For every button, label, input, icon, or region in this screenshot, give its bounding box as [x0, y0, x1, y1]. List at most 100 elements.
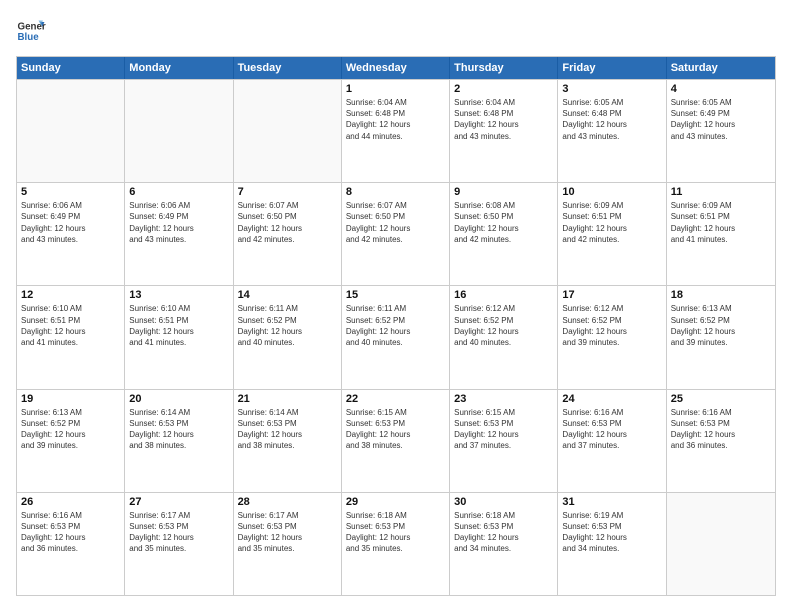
calendar-day-22: 22Sunrise: 6:15 AM Sunset: 6:53 PM Dayli… — [342, 390, 450, 492]
day-info: Sunrise: 6:09 AM Sunset: 6:51 PM Dayligh… — [671, 200, 771, 245]
header-day-monday: Monday — [125, 57, 233, 79]
day-info: Sunrise: 6:17 AM Sunset: 6:53 PM Dayligh… — [129, 510, 228, 555]
day-info: Sunrise: 6:11 AM Sunset: 6:52 PM Dayligh… — [238, 303, 337, 348]
day-number: 25 — [671, 393, 771, 405]
day-info: Sunrise: 6:16 AM Sunset: 6:53 PM Dayligh… — [671, 407, 771, 452]
day-info: Sunrise: 6:04 AM Sunset: 6:48 PM Dayligh… — [454, 97, 553, 142]
calendar-day-21: 21 Sunrise: 6:14 AM Sunset: 6:53 PM Dayli… — [234, 390, 342, 492]
day-info: Sunrise: 6:13 AM Sunset: 6:52 PM Dayligh… — [21, 407, 120, 452]
day-number: 12 — [21, 289, 120, 301]
day-number: 24 — [562, 393, 661, 405]
calendar-body: 1Sunrise: 6:04 AM Sunset: 6:48 PM Daylig… — [17, 79, 775, 595]
day-number: 22 — [346, 393, 445, 405]
calendar-day-20: 20Sunrise: 6:14 AM Sunset: 6:53 PM Dayli… — [125, 390, 233, 492]
day-number: 29 — [346, 496, 445, 508]
day-info: Sunrise: 6:12 AM Sunset: 6:52 PM Dayligh… — [454, 303, 553, 348]
calendar-empty — [234, 80, 342, 182]
calendar-day-23: 23 Sunrise: 6:15 AM Sunset: 6:53 PM Dayli… — [450, 390, 558, 492]
day-number: 7 — [238, 186, 337, 198]
day-info: Sunrise: 6:19 AM Sunset: 6:53 PM Dayligh… — [562, 510, 661, 555]
day-info: Sunrise: 6:15 AM Sunset: 6:53 PM Dayligh… — [454, 407, 553, 452]
day-info: Sunrise: 6:18 AM Sunset: 6:53 PM Dayligh… — [346, 510, 445, 555]
day-number: 13 — [129, 289, 228, 301]
day-info: Sunrise: 6:07 AM Sunset: 6:50 PM Dayligh… — [238, 200, 337, 245]
calendar-header: SundayMondayTuesdayWednesdayThursdayFrid… — [17, 57, 775, 79]
calendar-day-14: 14 Sunrise: 6:11 AM Sunset: 6:52 PM Dayli… — [234, 286, 342, 388]
calendar-day-26: 26 Sunrise: 6:16 AM Sunset: 6:53 PM Dayli… — [17, 493, 125, 595]
header-day-friday: Friday — [558, 57, 666, 79]
day-info: Sunrise: 6:12 AM Sunset: 6:52 PM Dayligh… — [562, 303, 661, 348]
day-number: 2 — [454, 83, 553, 95]
calendar-row: 5Sunrise: 6:06 AM Sunset: 6:49 PM Daylig… — [17, 182, 775, 285]
day-info: Sunrise: 6:16 AM Sunset: 6:53 PM Dayligh… — [562, 407, 661, 452]
calendar-day-24: 24 Sunrise: 6:16 AM Sunset: 6:53 PM Dayli… — [558, 390, 666, 492]
header-day-thursday: Thursday — [450, 57, 558, 79]
day-info: Sunrise: 6:17 AM Sunset: 6:53 PM Dayligh… — [238, 510, 337, 555]
calendar-day-28: 28 Sunrise: 6:17 AM Sunset: 6:53 PM Dayli… — [234, 493, 342, 595]
day-info: Sunrise: 6:05 AM Sunset: 6:49 PM Dayligh… — [671, 97, 771, 142]
day-number: 9 — [454, 186, 553, 198]
calendar-empty — [17, 80, 125, 182]
calendar-row: 12 Sunrise: 6:10 AM Sunset: 6:51 PM Dayli… — [17, 285, 775, 388]
calendar-day-12: 12 Sunrise: 6:10 AM Sunset: 6:51 PM Dayli… — [17, 286, 125, 388]
day-number: 16 — [454, 289, 553, 301]
day-info: Sunrise: 6:07 AM Sunset: 6:50 PM Dayligh… — [346, 200, 445, 245]
calendar-day-15: 15 Sunrise: 6:11 AM Sunset: 6:52 PM Dayli… — [342, 286, 450, 388]
calendar: SundayMondayTuesdayWednesdayThursdayFrid… — [16, 56, 776, 596]
calendar-day-8: 8 Sunrise: 6:07 AM Sunset: 6:50 PM Daylig… — [342, 183, 450, 285]
calendar-row: 19 Sunrise: 6:13 AM Sunset: 6:52 PM Dayli… — [17, 389, 775, 492]
day-number: 28 — [238, 496, 337, 508]
day-number: 6 — [129, 186, 228, 198]
calendar-day-5: 5Sunrise: 6:06 AM Sunset: 6:49 PM Daylig… — [17, 183, 125, 285]
day-info: Sunrise: 6:13 AM Sunset: 6:52 PM Dayligh… — [671, 303, 771, 348]
calendar-day-30: 30 Sunrise: 6:18 AM Sunset: 6:53 PM Dayli… — [450, 493, 558, 595]
day-number: 27 — [129, 496, 228, 508]
day-number: 26 — [21, 496, 120, 508]
day-number: 3 — [562, 83, 661, 95]
day-number: 30 — [454, 496, 553, 508]
calendar-day-10: 10 Sunrise: 6:09 AM Sunset: 6:51 PM Dayli… — [558, 183, 666, 285]
day-number: 17 — [562, 289, 661, 301]
day-info: Sunrise: 6:11 AM Sunset: 6:52 PM Dayligh… — [346, 303, 445, 348]
day-info: Sunrise: 6:06 AM Sunset: 6:49 PM Dayligh… — [21, 200, 120, 245]
day-info: Sunrise: 6:09 AM Sunset: 6:51 PM Dayligh… — [562, 200, 661, 245]
calendar-day-25: 25 Sunrise: 6:16 AM Sunset: 6:53 PM Dayli… — [667, 390, 775, 492]
calendar-day-4: 4Sunrise: 6:05 AM Sunset: 6:49 PM Daylig… — [667, 80, 775, 182]
day-number: 21 — [238, 393, 337, 405]
calendar-day-19: 19 Sunrise: 6:13 AM Sunset: 6:52 PM Dayli… — [17, 390, 125, 492]
day-info: Sunrise: 6:10 AM Sunset: 6:51 PM Dayligh… — [129, 303, 228, 348]
calendar-day-2: 2 Sunrise: 6:04 AM Sunset: 6:48 PM Daylig… — [450, 80, 558, 182]
logo: General Blue — [16, 16, 46, 46]
page: General Blue SundayMondayTuesdayWednesda… — [0, 0, 792, 612]
day-number: 14 — [238, 289, 337, 301]
day-number: 18 — [671, 289, 771, 301]
day-number: 31 — [562, 496, 661, 508]
day-info: Sunrise: 6:08 AM Sunset: 6:50 PM Dayligh… — [454, 200, 553, 245]
calendar-day-6: 6 Sunrise: 6:06 AM Sunset: 6:49 PM Daylig… — [125, 183, 233, 285]
day-info: Sunrise: 6:05 AM Sunset: 6:48 PM Dayligh… — [562, 97, 661, 142]
calendar-day-13: 13 Sunrise: 6:10 AM Sunset: 6:51 PM Dayli… — [125, 286, 233, 388]
calendar-day-11: 11Sunrise: 6:09 AM Sunset: 6:51 PM Dayli… — [667, 183, 775, 285]
day-info: Sunrise: 6:18 AM Sunset: 6:53 PM Dayligh… — [454, 510, 553, 555]
header-day-wednesday: Wednesday — [342, 57, 450, 79]
calendar-day-16: 16 Sunrise: 6:12 AM Sunset: 6:52 PM Dayli… — [450, 286, 558, 388]
header-day-saturday: Saturday — [667, 57, 775, 79]
calendar-day-1: 1Sunrise: 6:04 AM Sunset: 6:48 PM Daylig… — [342, 80, 450, 182]
day-info: Sunrise: 6:04 AM Sunset: 6:48 PM Dayligh… — [346, 97, 445, 142]
calendar-day-31: 31 Sunrise: 6:19 AM Sunset: 6:53 PM Dayli… — [558, 493, 666, 595]
header: General Blue — [16, 16, 776, 46]
day-number: 23 — [454, 393, 553, 405]
day-number: 19 — [21, 393, 120, 405]
calendar-row: 1Sunrise: 6:04 AM Sunset: 6:48 PM Daylig… — [17, 79, 775, 182]
day-number: 10 — [562, 186, 661, 198]
day-number: 8 — [346, 186, 445, 198]
day-info: Sunrise: 6:06 AM Sunset: 6:49 PM Dayligh… — [129, 200, 228, 245]
day-info: Sunrise: 6:14 AM Sunset: 6:53 PM Dayligh… — [238, 407, 337, 452]
calendar-day-29: 29 Sunrise: 6:18 AM Sunset: 6:53 PM Dayli… — [342, 493, 450, 595]
day-number: 15 — [346, 289, 445, 301]
calendar-day-9: 9 Sunrise: 6:08 AM Sunset: 6:50 PM Daylig… — [450, 183, 558, 285]
day-info: Sunrise: 6:16 AM Sunset: 6:53 PM Dayligh… — [21, 510, 120, 555]
day-info: Sunrise: 6:10 AM Sunset: 6:51 PM Dayligh… — [21, 303, 120, 348]
header-day-tuesday: Tuesday — [234, 57, 342, 79]
svg-text:Blue: Blue — [18, 32, 40, 43]
